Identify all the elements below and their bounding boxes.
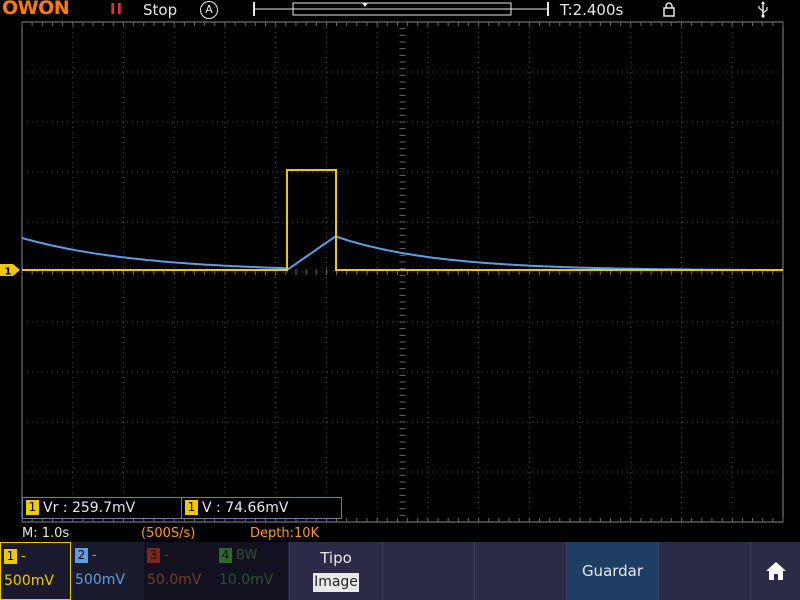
svg-text:1: 1 — [5, 267, 12, 278]
trigger-level-marker[interactable]: 1 — [0, 264, 20, 278]
channel-1-scale: 500mV — [4, 573, 54, 589]
channel-1-coupling: - — [21, 549, 26, 564]
channel-3-button[interactable]: 3 - 50.0mV — [144, 542, 216, 600]
guardar-label: Guardar — [581, 562, 644, 580]
memory-depth-readout: Depth:10K — [250, 526, 320, 541]
measurement-vr: 1 Vr : 259.7mV — [22, 497, 183, 519]
softkey-2[interactable] — [382, 542, 474, 600]
channel-4-tag: 4 — [219, 548, 232, 563]
pause-icon: II — [110, 0, 124, 18]
measurement-v-value: V : 74.66mV — [202, 500, 289, 516]
sample-rate-readout: (500S/s) — [141, 526, 196, 541]
measurement-vr-value: Vr : 259.7mV — [43, 500, 136, 516]
waveform-display[interactable]: 1 — [0, 20, 800, 525]
softkey-3[interactable] — [474, 542, 566, 600]
channel-4-coupling: BW — [236, 548, 258, 563]
home-button[interactable] — [750, 542, 800, 600]
brand-logo: OWON — [2, 0, 70, 19]
channel-4-scale: 10.0mV — [219, 572, 274, 588]
measurement-channel-badge: 1 — [26, 500, 39, 515]
channel-2-scale: 500mV — [75, 572, 125, 588]
trigger-position-bar — [253, 2, 549, 16]
graticule — [21, 21, 784, 523]
acquisition-status-row: M: 1.0s (500S/s) Depth:10K — [0, 525, 800, 543]
measurement-v: 1 V : 74.66mV — [181, 497, 342, 519]
tipo-softkey[interactable]: Tipo Image — [289, 542, 382, 600]
lock-icon — [663, 2, 675, 17]
run-status-label[interactable]: Stop — [143, 1, 177, 19]
channel-4-button[interactable]: 4 BW 10.0mV — [216, 542, 288, 600]
timebase-readout: M: 1.0s — [22, 526, 70, 541]
tipo-value: Image — [313, 573, 359, 592]
channel-3-coupling: - — [164, 548, 169, 563]
channel-2-coupling: - — [92, 548, 97, 563]
measurement-channel-badge: 1 — [185, 500, 198, 515]
guardar-softkey[interactable]: Guardar — [566, 542, 658, 600]
home-icon — [766, 562, 786, 580]
acquire-mode-icon: A — [200, 1, 218, 19]
channel-2-button[interactable]: 2 - 500mV — [72, 542, 144, 600]
channel-1-button[interactable]: 1 - 500mV — [0, 542, 71, 600]
usb-icon — [758, 1, 768, 18]
channel-2-tag: 2 — [75, 548, 88, 563]
channel-3-scale: 50.0mV — [147, 572, 202, 588]
channel-1-tag: 1 — [4, 549, 17, 564]
tipo-label: Tipo — [320, 549, 352, 567]
top-status-bar: OWON II Stop A T:2.400s — [0, 0, 800, 20]
trigger-time-readout: T:2.400s — [560, 1, 624, 19]
softkey-5[interactable] — [658, 542, 750, 600]
channel-3-tag: 3 — [147, 548, 160, 563]
